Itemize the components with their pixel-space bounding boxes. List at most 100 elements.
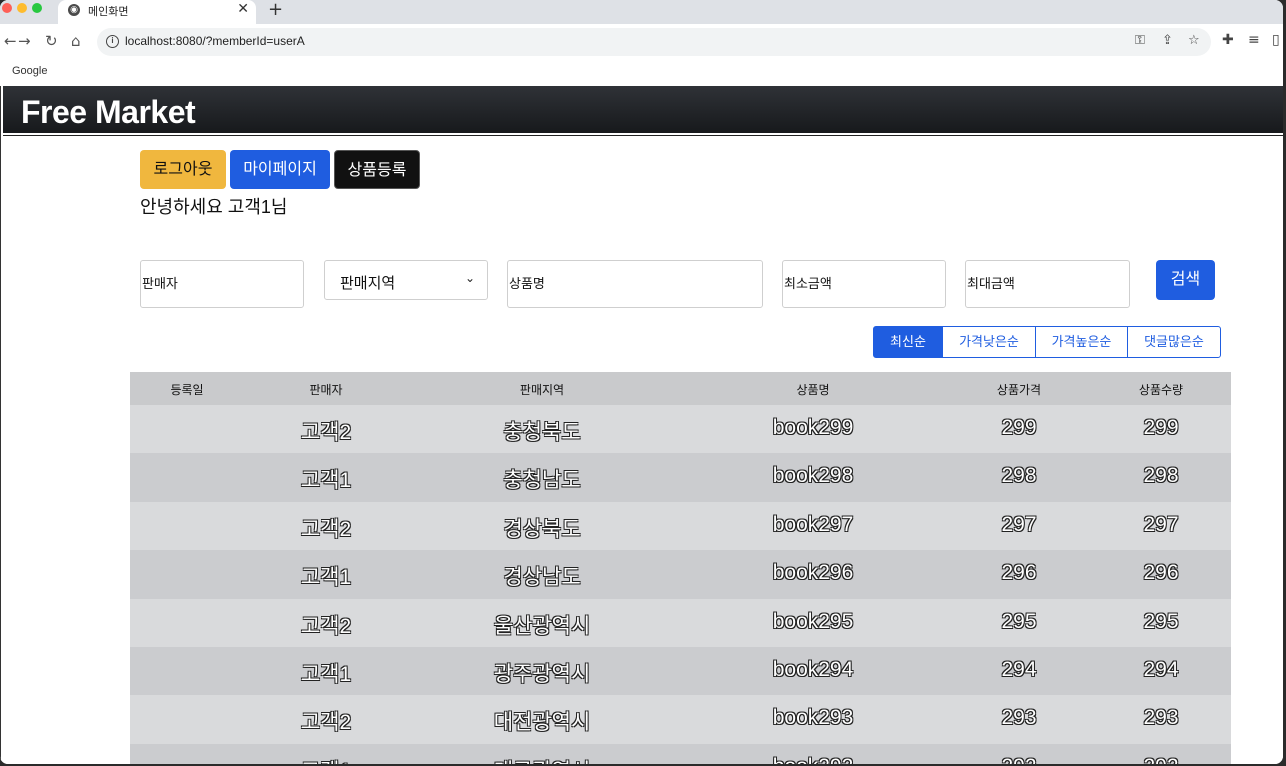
- cell-seller: 고객1: [300, 662, 352, 686]
- cell-quantity: 298: [1143, 464, 1179, 488]
- region-select[interactable]: 판매지역 ⌄: [324, 260, 488, 300]
- sort-price-low-button[interactable]: 가격낮은순: [942, 326, 1036, 358]
- close-window-button[interactable]: [2, 3, 12, 13]
- sort-comments-button[interactable]: 댓글많은순: [1127, 326, 1221, 358]
- cell-product-name: book293: [772, 706, 854, 730]
- cell-product-name: book299: [772, 416, 854, 439]
- cell-product-name: book294: [772, 657, 854, 681]
- reload-icon[interactable]: ↻: [45, 32, 58, 50]
- cell-region: 대구광역시: [494, 755, 591, 764]
- cell-seller: 고객2: [300, 614, 352, 638]
- cell-product-name: book298: [772, 464, 854, 488]
- chevron-down-icon: ⌄: [464, 271, 475, 285]
- header-quantity: 상품수량: [1138, 383, 1184, 397]
- table-row[interactable]: 고객1 대구광역시 book292 292 292: [130, 743, 1231, 764]
- reading-list-icon[interactable]: ≡: [1248, 32, 1260, 48]
- product-table: 등록일 판매자 판매지역 상품명 상품가격 상품수량 고객2 충청북도 book29…: [130, 372, 1231, 764]
- cell-quantity: 296: [1143, 561, 1179, 585]
- cell-quantity: 297: [1143, 512, 1179, 536]
- new-tab-icon[interactable]: +: [268, 0, 283, 20]
- browser-toolbar: ← → ↻ ⌂ i localhost:8080/?memberId=userA…: [0, 24, 1283, 60]
- sort-button-group: 최신순 가격낮은순 가격높은순 댓글많은순: [873, 326, 1221, 358]
- cell-product-name: book296: [772, 561, 854, 585]
- table-row[interactable]: 고객1 경상남도 book296 296 296: [130, 550, 1231, 599]
- page-content: Free Market 로그아웃 마이페이지 상품등록 안녕하세요 고객1님 판…: [0, 86, 1283, 764]
- table-header: 등록일 판매자 판매지역 상품명 상품가격 상품수량: [130, 372, 1231, 405]
- cell-seller: 고객2: [300, 517, 352, 541]
- cell-seller: 고객2: [300, 711, 352, 735]
- seller-input[interactable]: 판매자: [140, 260, 304, 308]
- header-seller: 판매자: [309, 383, 343, 397]
- sidebar-icon[interactable]: ▯: [1272, 32, 1280, 48]
- max-price-input[interactable]: 최대금액: [965, 260, 1130, 308]
- greeting-text: 안녕하세요 고객1님: [140, 197, 288, 217]
- header-region: 판매지역: [519, 383, 565, 397]
- header-date: 등록일: [170, 383, 204, 397]
- cell-region: 경상북도: [503, 517, 581, 541]
- globe-icon: ◉: [68, 4, 80, 16]
- cell-region: 대전광역시: [493, 711, 591, 735]
- sort-latest-button[interactable]: 최신순: [873, 326, 943, 358]
- key-icon[interactable]: ⚿: [1135, 33, 1145, 48]
- cell-quantity: 293: [1143, 706, 1179, 730]
- cell-quantity: 295: [1143, 609, 1179, 633]
- cell-quantity: 292: [1143, 755, 1178, 764]
- navbar: Free Market: [3, 86, 1283, 135]
- mypage-button[interactable]: 마이페이지: [230, 150, 330, 189]
- table-row[interactable]: 고객2 대전광역시 book293 293 293: [130, 695, 1231, 744]
- cell-price: 294: [1001, 657, 1037, 681]
- sort-price-high-button[interactable]: 가격높은순: [1035, 326, 1128, 358]
- cell-region: 광주광역시: [493, 662, 591, 686]
- url-text[interactable]: localhost:8080/?memberId=userA: [125, 34, 305, 48]
- extensions-icon[interactable]: ✚: [1222, 32, 1234, 48]
- cell-region: 충청북도: [503, 421, 581, 444]
- cell-price: 292: [1001, 755, 1036, 764]
- table-row[interactable]: 고객2 울산광역시 book295 295 295: [130, 598, 1231, 647]
- header-product-name: 상품명: [796, 383, 830, 397]
- min-price-input[interactable]: 최소금액: [782, 260, 946, 308]
- search-button[interactable]: 검색: [1156, 260, 1215, 300]
- browser-tab[interactable]: ◉ 메인화면 ✕: [58, 0, 256, 24]
- cell-product-name: book292: [773, 755, 854, 764]
- maximize-window-button[interactable]: [32, 3, 42, 13]
- table-row[interactable]: 고객1 광주광역시 book294 294 294: [130, 646, 1231, 696]
- cell-price: 293: [1001, 706, 1037, 730]
- share-icon[interactable]: ⇪: [1162, 33, 1173, 48]
- cell-price: 297: [1001, 512, 1037, 536]
- bookmarks-bar: Google: [0, 60, 1283, 86]
- minimize-window-button[interactable]: [17, 3, 27, 13]
- forward-icon[interactable]: →: [18, 32, 31, 50]
- close-icon[interactable]: ✕: [237, 1, 249, 17]
- browser-window: ◉ 메인화면 ✕ + ← → ↻ ⌂ i localhost:8080/?mem…: [0, 0, 1283, 764]
- address-bar[interactable]: i localhost:8080/?memberId=userA ⚿ ⇪ ☆: [97, 28, 1211, 56]
- cell-region: 충청남도: [503, 469, 581, 493]
- brand-title[interactable]: Free Market: [21, 94, 196, 131]
- bookmark-google[interactable]: Google: [12, 65, 47, 77]
- table-row[interactable]: 고객2 충청북도 book299 299 299: [130, 405, 1231, 454]
- header-price: 상품가격: [996, 383, 1042, 397]
- cell-region: 울산광역시: [493, 614, 591, 638]
- back-icon[interactable]: ←: [4, 32, 17, 50]
- table-row[interactable]: 고객1 충청남도 book298 298 298: [130, 453, 1231, 502]
- site-info-icon[interactable]: i: [106, 35, 119, 48]
- logout-button[interactable]: 로그아웃: [140, 150, 226, 189]
- table-row[interactable]: 고객2 경상북도 book297 297 297: [130, 501, 1231, 551]
- product-name-input[interactable]: 상품명: [507, 260, 763, 308]
- cell-price: 298: [1001, 464, 1037, 488]
- cell-seller: 고객1: [301, 755, 351, 764]
- table-body: 고객2 충청북도 book299 299 299 고객1 충청남도 book298 298 298…: [130, 405, 1231, 764]
- cell-seller: 고객2: [300, 421, 352, 444]
- region-select-label: 판매지역: [340, 275, 396, 292]
- register-product-button[interactable]: 상품등록: [334, 150, 420, 189]
- cell-region: 경상남도: [503, 566, 581, 590]
- star-icon[interactable]: ☆: [1188, 33, 1200, 48]
- cell-price: 295: [1001, 609, 1037, 633]
- cell-quantity: 299: [1143, 416, 1179, 439]
- home-icon[interactable]: ⌂: [71, 32, 81, 50]
- cell-seller: 고객1: [300, 469, 352, 493]
- cell-product-name: book295: [772, 609, 854, 633]
- cell-product-name: book297: [772, 512, 854, 536]
- tab-title: 메인화면: [88, 5, 129, 18]
- cell-price: 299: [1001, 416, 1037, 439]
- cell-price: 296: [1001, 561, 1037, 585]
